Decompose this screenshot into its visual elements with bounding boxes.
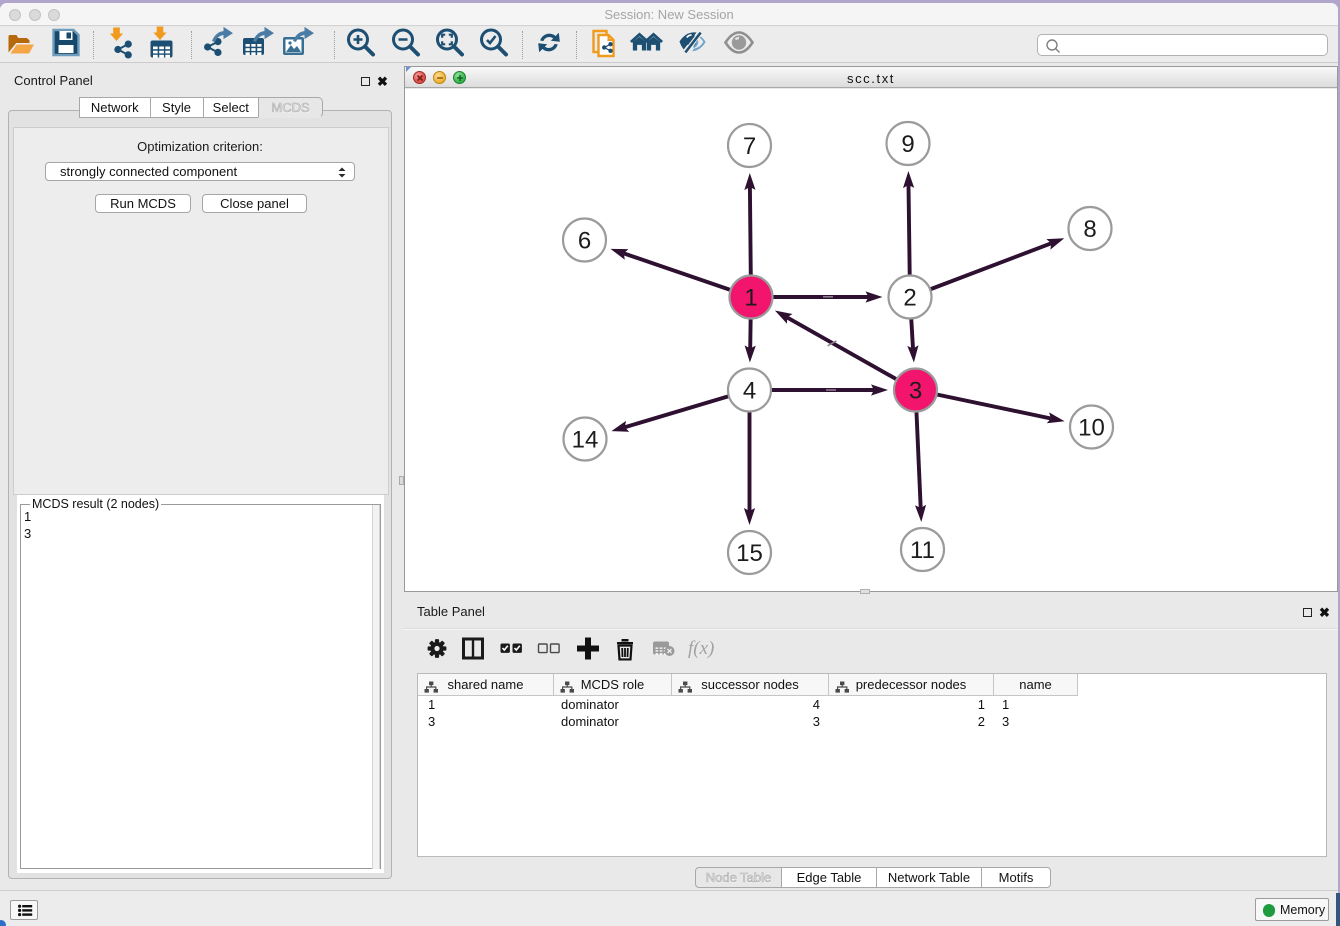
svg-text:6: 6 xyxy=(578,228,591,255)
svg-text:3: 3 xyxy=(909,378,922,405)
svg-text:9: 9 xyxy=(901,131,914,158)
svg-text:10: 10 xyxy=(1078,415,1105,442)
svg-text:15: 15 xyxy=(736,540,763,567)
svg-text:8: 8 xyxy=(1083,216,1096,243)
svg-text:14: 14 xyxy=(572,427,599,454)
svg-text:1: 1 xyxy=(744,285,757,312)
svg-text:2: 2 xyxy=(903,285,916,312)
svg-text:7: 7 xyxy=(743,133,756,160)
svg-text:4: 4 xyxy=(743,378,756,405)
svg-text:11: 11 xyxy=(910,537,935,564)
